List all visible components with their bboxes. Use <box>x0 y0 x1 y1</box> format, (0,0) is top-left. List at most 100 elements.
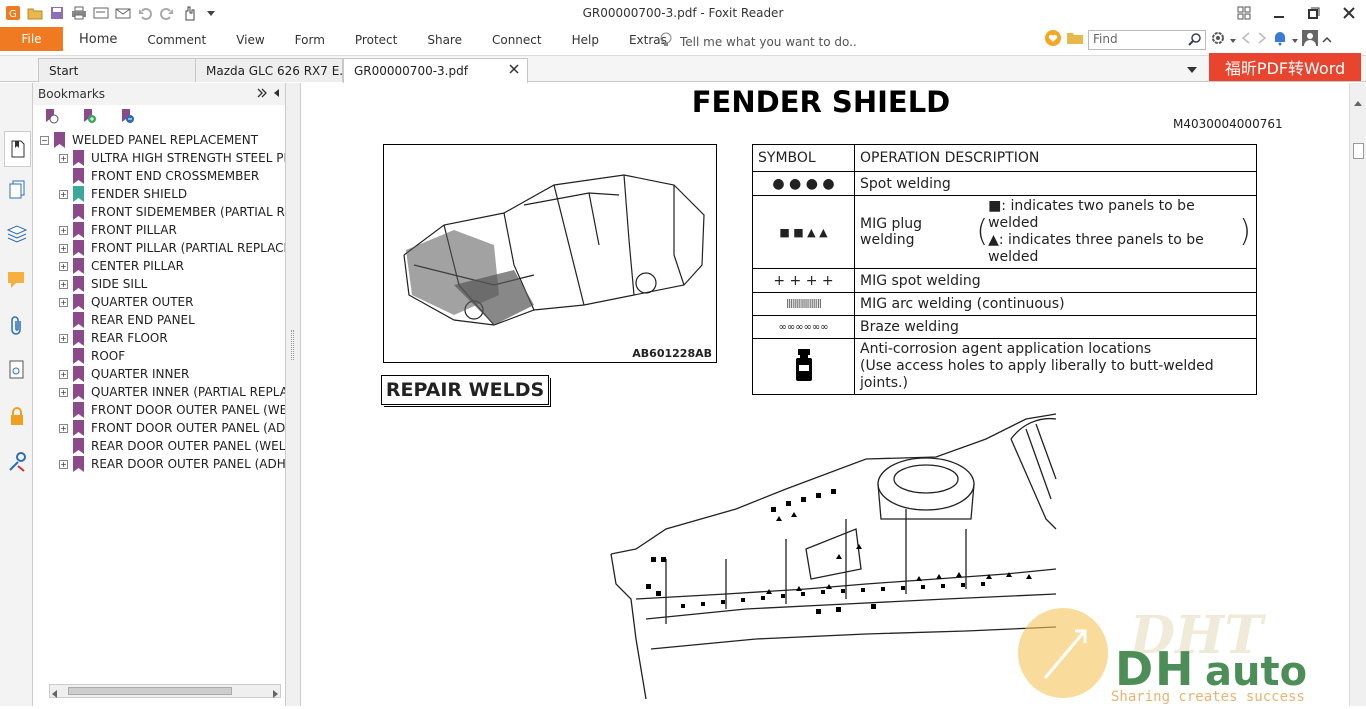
collapse-ribbon-icon[interactable] <box>1322 33 1332 47</box>
bookmark-item[interactable]: + SIDE SILL <box>59 275 147 293</box>
bookmark-item[interactable]: + CENTER PILLAR <box>59 257 184 275</box>
vertical-scroll-thumb[interactable] <box>1353 143 1364 159</box>
tab-list-dropdown-icon[interactable] <box>1187 63 1197 77</box>
expand-toggle-icon[interactable]: + <box>59 153 68 163</box>
menu-connect[interactable]: Connect <box>477 26 557 54</box>
scroll-left-icon[interactable] <box>52 687 58 701</box>
panel-splitter[interactable] <box>285 83 301 706</box>
expand-toggle-icon[interactable]: + <box>59 333 68 343</box>
bookmark-item[interactable]: REAR DOOR OUTER PANEL (WELD <box>59 437 285 455</box>
tools-panel-icon[interactable] <box>6 451 28 473</box>
bookmark-item[interactable]: + ULTRA HIGH STRENGTH STEEL PL <box>59 149 285 167</box>
bookmark-root[interactable]: − WELDED PANEL REPLACEMENT <box>40 131 258 149</box>
tab-mazda-label: Mazda GLC 626 RX7 E... <box>206 64 343 78</box>
bookmark-item[interactable]: + FENDER SHIELD <box>59 185 187 203</box>
expand-toggle-icon[interactable]: + <box>59 261 68 271</box>
menu-share[interactable]: Share <box>412 26 477 54</box>
signatures-panel-icon[interactable] <box>6 359 28 381</box>
bookmark-label: ROOF <box>91 349 126 363</box>
bookmark-item[interactable]: FRONT END CROSSMEMBER <box>59 167 259 185</box>
security-lock-icon[interactable] <box>6 405 28 427</box>
bookmarks-horizontal-scrollbar[interactable] <box>49 684 281 698</box>
bookmark-item[interactable]: + QUARTER INNER (PARTIAL REPLA <box>59 383 285 401</box>
add-bookmark-icon[interactable] <box>81 108 97 126</box>
menu-comment[interactable]: Comment <box>132 26 221 54</box>
expand-toggle-icon[interactable]: + <box>59 189 68 199</box>
expand-toggle-icon[interactable]: + <box>59 423 68 433</box>
expand-toggle-icon[interactable]: + <box>59 297 68 307</box>
file-button[interactable]: File <box>0 27 63 51</box>
pages-panel-icon[interactable] <box>6 179 28 201</box>
pdf-to-word-button[interactable]: 福昕PDF转Word <box>1209 53 1361 81</box>
bookmark-label: REAR DOOR OUTER PANEL (WELD <box>91 439 285 453</box>
find-input[interactable]: Find <box>1088 29 1206 50</box>
expand-toggle-icon[interactable]: + <box>59 225 68 235</box>
close-button[interactable] <box>1331 0 1366 26</box>
tab-gr00000700[interactable]: GR00000700-3.pdf <box>343 58 528 83</box>
scroll-right-icon[interactable] <box>272 687 278 701</box>
settings-gear-icon[interactable] <box>1210 30 1226 49</box>
minimize-button[interactable] <box>1261 0 1296 26</box>
delete-bookmark-icon[interactable] <box>119 108 135 126</box>
expand-toggle-icon[interactable]: + <box>59 387 68 397</box>
fullscreen-grid-icon[interactable] <box>1226 0 1261 26</box>
menu-help[interactable]: Help <box>557 26 614 54</box>
comments-panel-icon[interactable] <box>6 269 28 291</box>
tab-mazda[interactable]: Mazda GLC 626 RX7 E... <box>195 58 343 82</box>
bookmark-item[interactable]: REAR END PANEL <box>59 311 195 329</box>
tab-close-icon[interactable] <box>509 63 519 77</box>
tab-gr00000700-label: GR00000700-3.pdf <box>354 64 468 78</box>
menu-form[interactable]: Form <box>280 26 340 54</box>
expand-toggle-icon[interactable]: + <box>59 279 68 289</box>
bookmark-item[interactable]: + FRONT PILLAR <box>59 221 177 239</box>
find-search-icon[interactable] <box>1188 32 1202 49</box>
prev-arrow-icon[interactable] <box>1240 31 1252 48</box>
folder-search-icon[interactable] <box>1066 30 1084 49</box>
bookmark-options-icon[interactable] <box>43 108 59 126</box>
table-row: Anti-corrosion agent application locatio… <box>752 338 1257 395</box>
heart-icon[interactable] <box>1044 29 1062 50</box>
expand-toggle-icon[interactable]: + <box>59 459 68 469</box>
table-row: ● ● ● ● Spot welding <box>752 171 1257 196</box>
repair-welds-label: REPAIR WELDS <box>385 379 545 401</box>
title-bar: G GR00000700-3.pdf - Foxit Reader <box>0 0 1366 26</box>
collapse-panel-icon[interactable] <box>272 87 280 101</box>
bookmark-item[interactable]: FRONT SIDEMEMBER (PARTIAL RE <box>59 203 285 221</box>
layers-panel-icon[interactable] <box>6 223 28 245</box>
bookmark-label: CENTER PILLAR <box>91 259 184 273</box>
mig-arc-symbol: ||||||||||||||||| <box>752 292 855 316</box>
menu-view[interactable]: View <box>221 26 279 54</box>
expand-panel-icon[interactable] <box>257 87 267 101</box>
dropdown-arrow-icon[interactable] <box>1230 33 1236 47</box>
bookmark-item[interactable]: + QUARTER INNER <box>59 365 189 383</box>
dropdown-arrow-icon[interactable] <box>1292 33 1298 47</box>
bookmark-flag-icon <box>73 438 84 454</box>
bookmark-item[interactable]: ROOF <box>59 347 125 365</box>
scroll-up-icon[interactable] <box>1354 95 1362 109</box>
bookmark-item[interactable]: + REAR DOOR OUTER PANEL (ADHE <box>59 455 285 473</box>
bookmark-label: FRONT PILLAR <box>91 223 177 237</box>
restore-button[interactable] <box>1296 0 1331 26</box>
tab-start[interactable]: Start <box>38 58 196 82</box>
menu-protect[interactable]: Protect <box>340 26 412 54</box>
expand-toggle-icon[interactable]: + <box>59 369 68 379</box>
expand-toggle-icon[interactable]: + <box>59 243 68 253</box>
bookmark-item[interactable]: + FRONT PILLAR (PARTIAL REPLACE <box>59 239 285 257</box>
collapse-toggle-icon[interactable]: − <box>40 135 49 145</box>
next-arrow-icon[interactable] <box>1256 31 1268 48</box>
bookmark-item[interactable]: FRONT DOOR OUTER PANEL (WEI <box>59 401 285 419</box>
bookmark-item[interactable]: + QUARTER OUTER <box>59 293 193 311</box>
bookmarks-toolbar <box>33 105 285 129</box>
attachments-panel-icon[interactable] <box>6 315 28 337</box>
bookmarks-panel-icon[interactable] <box>4 131 31 167</box>
tell-me-search[interactable]: Tell me what you want to do.. <box>660 32 857 51</box>
user-account-icon[interactable] <box>1302 30 1318 49</box>
notification-bell-icon[interactable] <box>1272 30 1288 49</box>
bookmark-item[interactable]: + REAR FLOOR <box>59 329 168 347</box>
menu-home[interactable]: Home <box>64 26 132 54</box>
scroll-thumb[interactable] <box>68 687 232 695</box>
bookmark-item[interactable]: + FRONT DOOR OUTER PANEL (ADH <box>59 419 285 437</box>
bookmark-flag-icon <box>73 294 84 310</box>
dhtauto-logo: DHT D H auto Sharing creates success <box>1018 605 1307 705</box>
find-placeholder: Find <box>1093 31 1118 46</box>
